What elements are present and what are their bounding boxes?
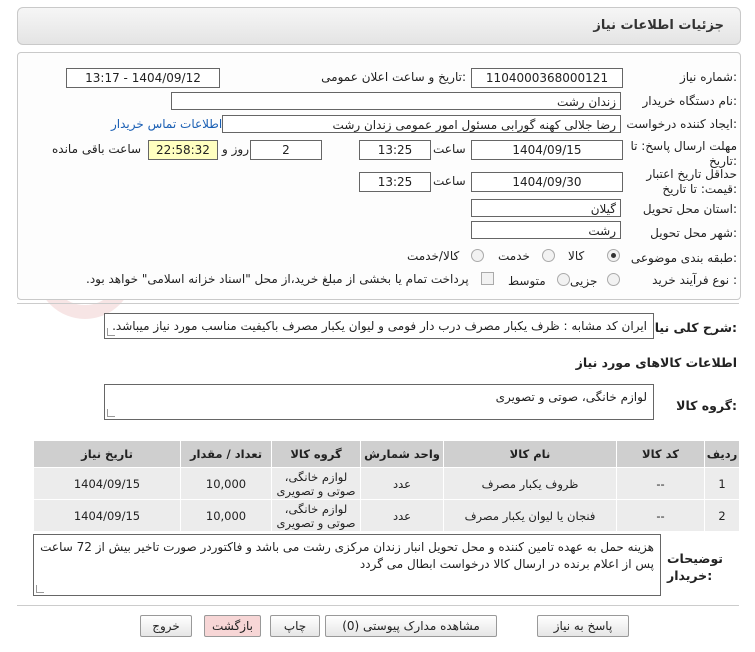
cell-group: لوازم خانگی، صوتی و تصویری [271, 499, 361, 532]
category-radio-goods-service[interactable] [471, 249, 484, 262]
remaining-time-field: 22:58:32 [148, 140, 218, 160]
col-header-name: نام کالا [443, 440, 617, 468]
col-header-row: ردیف [704, 440, 740, 468]
description-label: شرح کلی نیاز: [647, 320, 738, 335]
days-field: 2 [250, 140, 322, 160]
cell-unit: عدد [360, 499, 444, 532]
province-field: گیلان [471, 199, 621, 217]
goods-group-label: گروه کالا: [676, 398, 737, 413]
cell-unit: عدد [360, 467, 444, 500]
treasury-payment-checkbox[interactable] [481, 272, 494, 285]
treasury-payment-note: پرداخت تمام یا بخشی از مبلغ خرید،از محل … [86, 272, 469, 286]
cell-code: -- [616, 499, 705, 532]
col-header-quantity: تعداد / مقدار [180, 440, 272, 468]
category-label: طبقه بندی موضوعی: [630, 251, 737, 265]
resize-grip-icon[interactable] [107, 409, 115, 417]
description-text: ایران کد مشابه : ظرف یکبار مصرف درب دار … [112, 319, 647, 333]
category-option-goods: کالا [568, 249, 585, 263]
price-validity-label: حداقل تاریخ اعتبار قیمت: تا تاریخ: [646, 167, 737, 196]
table-header-row: ردیف کد کالا نام کالا واحد شمارش گروه کا… [33, 440, 740, 468]
reply-button[interactable]: پاسخ به نیاز [537, 615, 629, 637]
reply-deadline-label: مهلت ارسال پاسخ: تا تاریخ: [630, 139, 737, 168]
creator-field: رضا جلالی کهنه گورابی مسئول امور عمومی ز… [222, 115, 621, 133]
process-radio-medium[interactable] [557, 273, 570, 286]
col-header-group: گروه کالا [271, 440, 361, 468]
reply-time-field: 13:25 [359, 140, 431, 160]
table-row: 1 -- ظروف یکبار مصرف عدد لوازم خانگی، صو… [33, 467, 740, 500]
description-field: ایران کد مشابه : ظرف یکبار مصرف درب دار … [104, 313, 654, 339]
goods-info-title: اطلاعات کالاهای مورد نیاز [575, 355, 737, 370]
col-header-unit: واحد شمارش [360, 440, 444, 468]
cell-name: فنجان یا لیوان یکبار مصرف [443, 499, 617, 532]
exit-button[interactable]: خروج [140, 615, 192, 637]
print-button[interactable]: چاپ [270, 615, 320, 637]
city-field: رشت [471, 221, 621, 239]
announce-label: تاریخ و ساعت اعلان عمومی: [321, 70, 466, 84]
buyer-notes-text: هزینه حمل به عهده تامین کننده و محل تحوی… [40, 540, 654, 571]
buyer-org-label: نام دستگاه خریدار: [642, 94, 738, 108]
reply-date-field: 1404/09/15 [471, 140, 623, 160]
col-header-date: تاریخ نیاز [33, 440, 181, 468]
col-header-code: کد کالا [616, 440, 705, 468]
cell-date: 1404/09/15 [33, 499, 181, 532]
cell-group: لوازم خانگی، صوتی و تصویری [271, 467, 361, 500]
resize-grip-icon[interactable] [107, 328, 115, 336]
need-number-label: شماره نیاز: [679, 70, 737, 84]
divider [17, 605, 739, 606]
cell-quantity: 10,000 [180, 499, 272, 532]
process-radio-minor[interactable] [607, 273, 620, 286]
category-radio-service[interactable] [542, 249, 555, 262]
buyer-notes-field: هزینه حمل به عهده تامین کننده و محل تحوی… [33, 534, 661, 596]
city-label: شهر محل تحویل: [650, 226, 737, 240]
process-label: نوع فرآیند خرید : [652, 273, 737, 287]
province-label: استان محل تحویل: [642, 202, 737, 216]
creator-label: ایجاد کننده درخواست: [626, 117, 737, 131]
cell-quantity: 10,000 [180, 467, 272, 500]
back-button[interactable]: بازگشت [204, 615, 261, 637]
category-option-goods-service: کالا/خدمت [407, 249, 460, 263]
items-table: ردیف کد کالا نام کالا واحد شمارش گروه کا… [33, 440, 740, 532]
view-attachments-button[interactable]: مشاهده مدارک پیوستی (0) [325, 615, 497, 637]
cell-date: 1404/09/15 [33, 467, 181, 500]
category-option-service: خدمت [498, 249, 530, 263]
page-title: جزئیات اطلاعات نیاز [593, 18, 724, 33]
table-row: 2 -- فنجان یا لیوان یکبار مصرف عدد لوازم… [33, 499, 740, 532]
category-radio-goods[interactable] [607, 249, 620, 262]
buyer-notes-label: توضیحات خریدار: [667, 551, 723, 583]
process-option-minor: جزیی [570, 274, 598, 288]
cell-code: -- [616, 467, 705, 500]
remaining-time-label: ساعت باقی مانده [52, 142, 142, 156]
page-header: جزئیات اطلاعات نیاز [17, 7, 741, 45]
price-validity-time-label: ساعت [433, 174, 466, 188]
buyer-contact-link[interactable]: اطلاعات تماس خریدار [111, 117, 222, 131]
price-validity-time-field: 13:25 [359, 172, 431, 192]
need-number-field: 1104000368000121 [471, 68, 623, 88]
announce-field: 1404/09/12 - 13:17 [66, 68, 220, 88]
cell-row: 2 [704, 499, 740, 532]
divider [17, 303, 739, 304]
cell-row: 1 [704, 467, 740, 500]
reply-time-label: ساعت [433, 142, 466, 156]
resize-grip-icon[interactable] [36, 585, 44, 593]
process-option-medium: متوسط [508, 274, 546, 288]
goods-group-text: لوازم خانگی، صوتی و تصویری [495, 390, 647, 404]
days-label: روز و [222, 142, 249, 156]
price-validity-date-field: 1404/09/30 [471, 172, 623, 192]
goods-group-field: لوازم خانگی، صوتی و تصویری [104, 384, 654, 420]
buyer-org-field: زندان رشت [171, 92, 621, 110]
cell-name: ظروف یکبار مصرف [443, 467, 617, 500]
